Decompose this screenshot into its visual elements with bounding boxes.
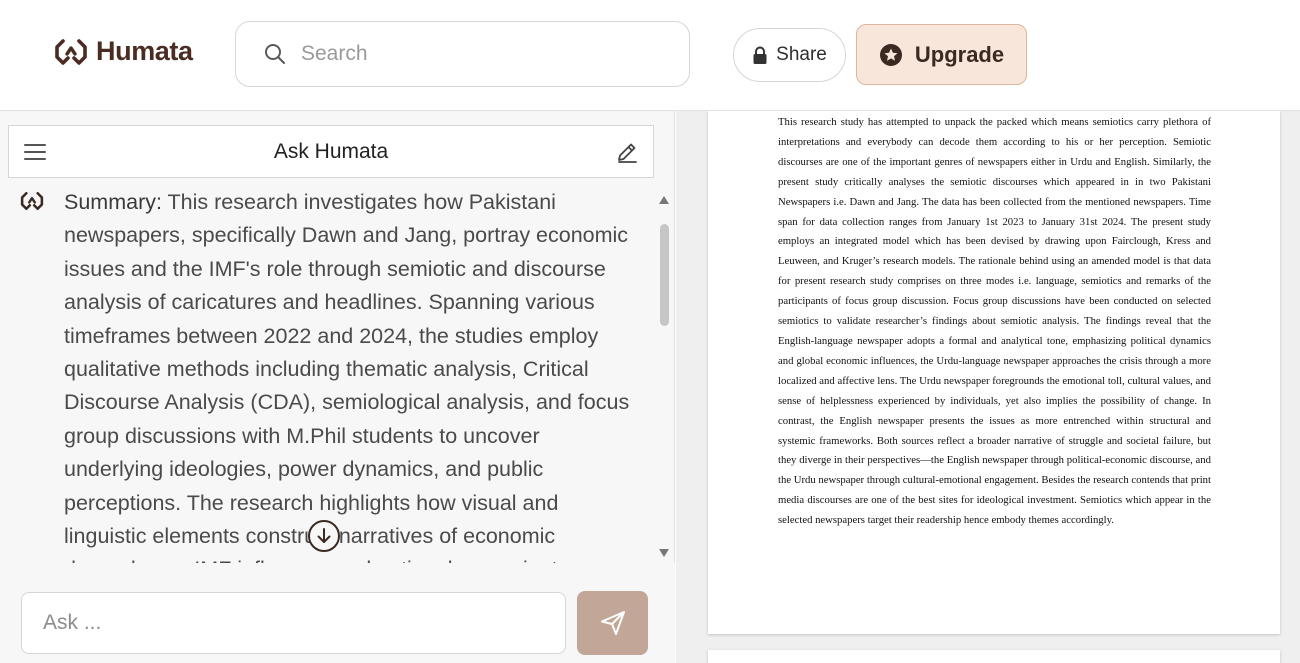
scroll-to-bottom-button[interactable] [308,520,340,552]
lock-icon [753,46,767,64]
hamburger-menu-icon[interactable] [23,141,47,163]
logo[interactable]: Humata [54,36,193,67]
send-button[interactable] [577,591,648,655]
brand-name: Humata [96,36,193,66]
document-page: This research study has attempted to unp… [708,111,1280,634]
share-button[interactable]: Share [733,28,846,82]
scroll-up-arrow-icon[interactable] [658,195,670,205]
scroll-down-arrow-icon[interactable] [658,548,670,558]
chat-panel: Ask Humata Summary: This research invest… [0,111,675,663]
humata-logo-icon [55,38,87,65]
chat-messages[interactable]: Summary: This research investigates how … [0,186,675,564]
search-box[interactable] [235,21,690,87]
arrow-down-circle-icon [317,528,331,543]
chat-title-bar: Ask Humata [8,125,654,178]
search-input[interactable] [301,42,661,66]
summary-body: This research investigates how Pakistani… [64,190,630,564]
upgrade-label: Upgrade [914,41,1005,67]
top-header: Humata Share Upgrade [0,0,1300,111]
document-page-next [708,650,1280,663]
document-viewer[interactable]: This research study has attempted to unp… [676,111,1300,663]
share-label: Share [776,44,827,65]
send-icon [600,611,625,635]
summary-label: Summary: [64,190,162,214]
chat-scrollbar-thumb[interactable] [660,224,669,326]
search-icon [265,44,285,64]
humata-logo-icon [20,191,44,211]
upgrade-button[interactable]: Upgrade [856,24,1027,85]
document-paragraph: This research study has attempted to unp… [778,116,1211,527]
ask-input[interactable] [21,592,566,654]
chat-input-area [0,563,675,663]
chat-title: Ask Humata [273,139,389,163]
edit-pen-icon[interactable] [615,140,639,164]
summary-message: Summary: This research investigates how … [64,186,634,564]
star-badge-icon [879,43,902,66]
